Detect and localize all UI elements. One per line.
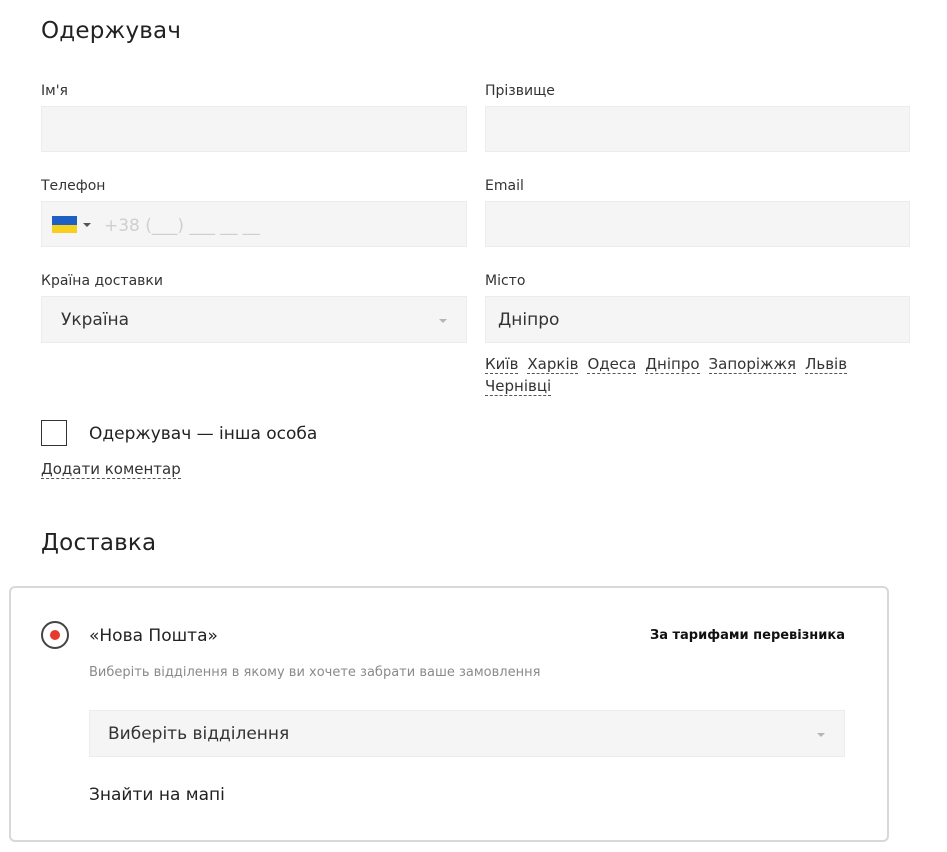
last-name-label: Прізвище [485, 83, 555, 99]
branch-select[interactable]: Виберіть відділення [89, 710, 845, 757]
country-value: Україна [61, 310, 130, 330]
chevron-down-icon[interactable] [83, 223, 91, 227]
phone-label: Телефон [41, 178, 106, 194]
radio-selected-dot [50, 630, 60, 640]
ukraine-flag-icon[interactable] [52, 216, 77, 233]
chevron-down-icon [439, 319, 447, 323]
find-on-map-link[interactable]: Знайти на мапі [89, 785, 225, 805]
city-suggestion-chernivtsi[interactable]: Чернівці [485, 377, 552, 396]
city-suggestion-kyiv[interactable]: Київ [485, 355, 519, 374]
phone-field[interactable]: +38 (___) ___ __ __ [41, 201, 467, 247]
city-suggestion-dnipro[interactable]: Дніпро [645, 355, 700, 374]
city-label: Місто [485, 273, 526, 289]
delivery-option-name: «Нова Пошта» [89, 626, 218, 646]
first-name-label: Ім'я [41, 83, 68, 99]
country-select[interactable]: Україна [41, 296, 467, 343]
city-value: Дніпро [498, 310, 560, 330]
first-name-field[interactable] [41, 106, 467, 152]
email-field[interactable] [485, 201, 910, 247]
delivery-title: Доставка [41, 530, 157, 556]
delivery-hint: Виберіть відділення в якому ви хочете за… [89, 665, 541, 680]
city-suggestion-kharkiv[interactable]: Харків [527, 355, 579, 374]
city-suggestion-lviv[interactable]: Львів [805, 355, 848, 374]
branch-select-value: Виберіть відділення [108, 724, 290, 744]
city-field[interactable]: Дніпро [485, 296, 910, 343]
recipient-title: Одержувач [41, 18, 182, 44]
city-suggestions: Київ Харків Одеса Дніпро Запоріжжя Львів Черні… [485, 353, 885, 397]
chevron-down-icon [817, 733, 825, 737]
delivery-option-radio[interactable] [41, 621, 69, 649]
city-suggestion-zaporizhzhia[interactable]: Запоріжжя [708, 355, 797, 374]
other-person-checkbox[interactable] [41, 420, 67, 446]
phone-placeholder: +38 (___) ___ __ __ [104, 216, 260, 236]
other-person-label[interactable]: Одержувач — інша особа [89, 424, 317, 444]
add-comment-link[interactable]: Додати коментар [41, 460, 181, 479]
delivery-option-card[interactable]: «Нова Пошта» За тарифами перевізника Виб… [9, 586, 889, 842]
city-suggestion-odesa[interactable]: Одеса [587, 355, 637, 374]
country-label: Країна доставки [41, 273, 163, 289]
delivery-price-label: За тарифами перевізника [649, 628, 845, 643]
email-label: Email [485, 178, 524, 194]
last-name-field[interactable] [485, 106, 910, 152]
